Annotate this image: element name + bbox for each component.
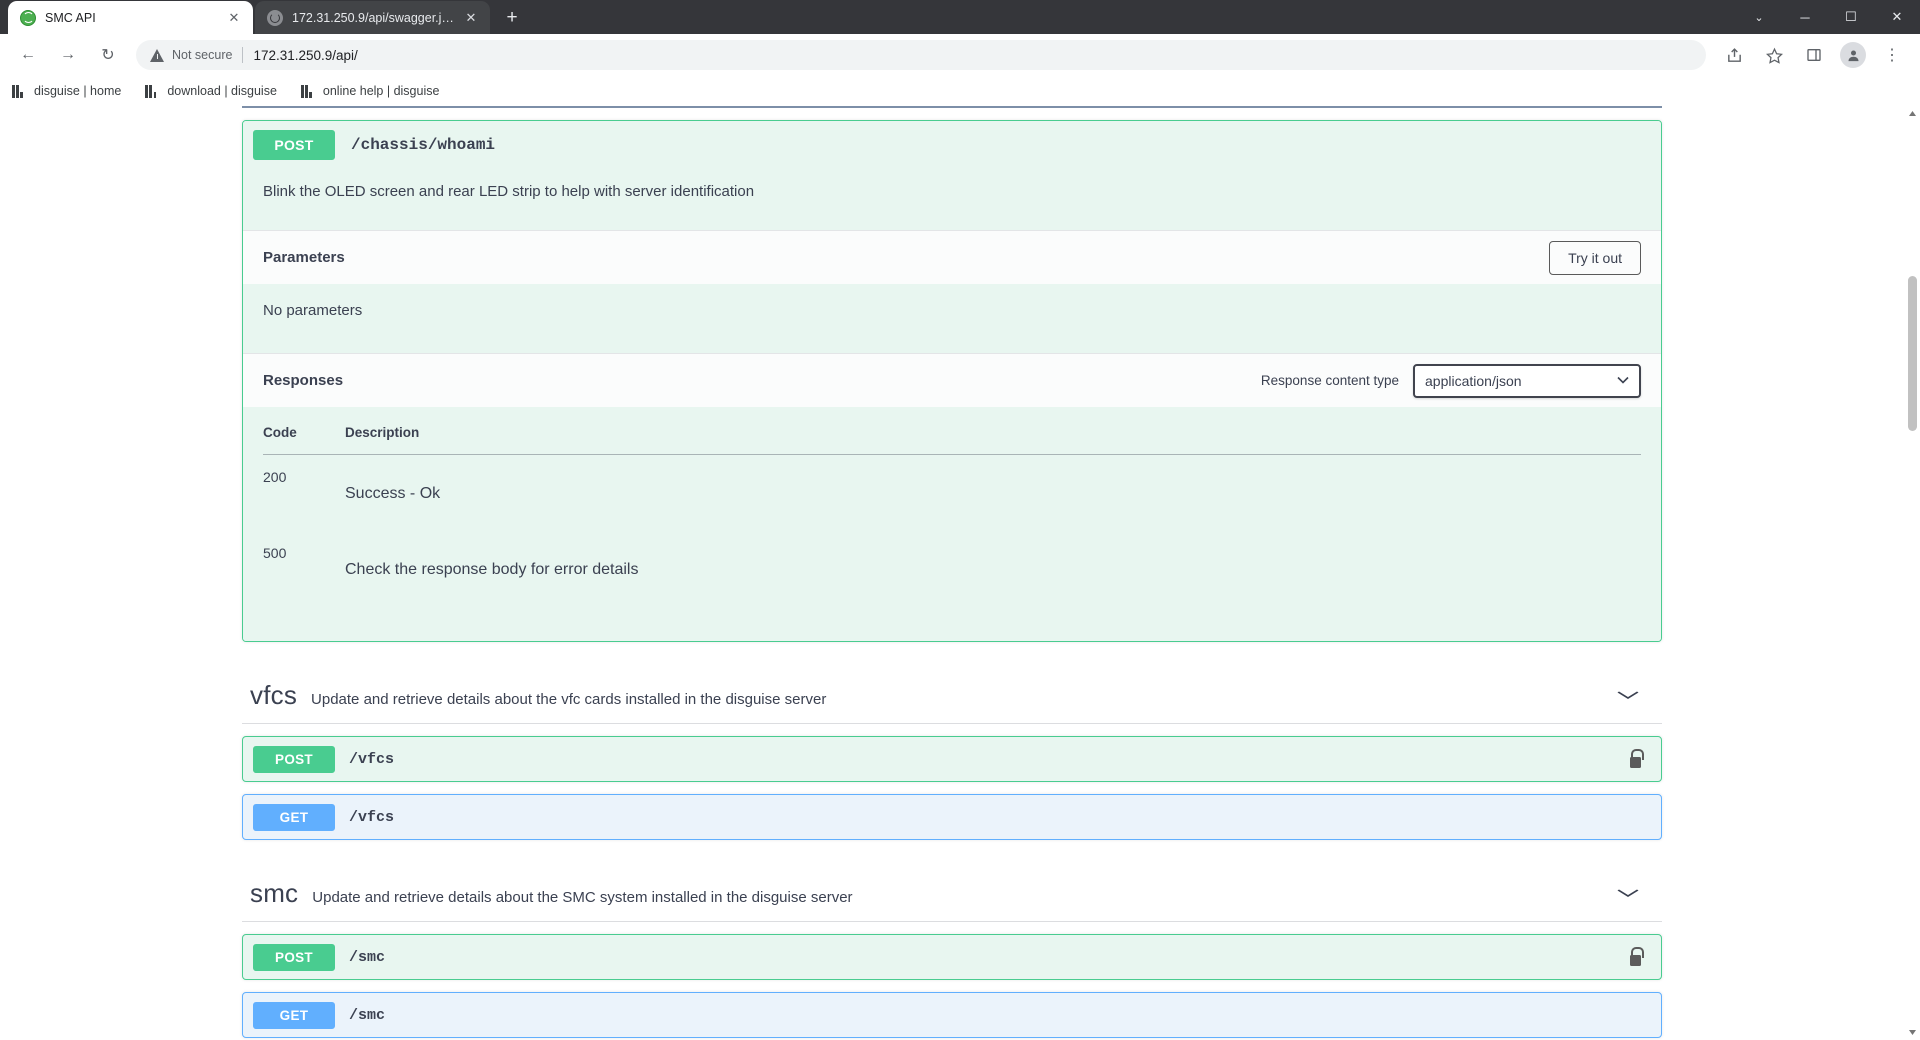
operation-description: Blink the OLED screen and rear LED strip… [243,169,1661,230]
tag-name: smc [250,878,298,909]
bookmark-disguise-home[interactable]: disguise | home [12,84,121,98]
chevron-down-icon[interactable] [1616,885,1640,902]
minimize-icon[interactable]: ─ [1782,0,1828,34]
json-favicon [267,10,283,26]
section-divider [242,106,1662,108]
tag-header-smc[interactable]: smc Update and retrieve details about th… [242,878,1662,922]
tab-close-icon[interactable]: ✕ [225,9,243,27]
bookmarks-bar: disguise | home download | disguise onli… [0,76,1920,106]
http-method-badge: POST [253,130,335,160]
lock-icon[interactable] [1627,749,1643,769]
bookmark-label: download | disguise [167,84,277,98]
swagger-content: POST /chassis/whoami Blink the OLED scre… [242,120,1662,1040]
bookmark-label: disguise | home [34,84,121,98]
operation-row-get-vfcs[interactable]: GET /vfcs [242,794,1662,840]
page-scrollbar[interactable] [1905,106,1920,1040]
operation-path: /smc [349,1007,385,1024]
parameters-header: Parameters Try it out [243,230,1661,284]
operation-path: /chassis/whoami [351,136,495,154]
response-code: 500 [263,531,345,607]
response-code: 200 [263,455,345,532]
response-content-type-value: application/json [1425,373,1522,389]
address-bar[interactable]: Not secure 172.31.250.9/api/ [136,40,1706,70]
bookmark-label: online help | disguise [323,84,440,98]
side-panel-icon[interactable] [1799,40,1829,70]
tab-close-icon[interactable]: ✕ [462,9,480,27]
no-parameters-text: No parameters [263,302,1641,319]
response-description: Success - Ok [345,455,1641,532]
scroll-down-arrow[interactable] [1905,1025,1920,1040]
chevron-down-icon [1617,375,1629,387]
http-method-badge: GET [253,1002,335,1029]
response-content-type-select[interactable]: application/json [1413,364,1641,398]
scrollbar-thumb[interactable] [1908,276,1917,431]
disguise-logo-icon [145,85,159,98]
scroll-up-arrow[interactable] [1905,106,1920,121]
responses-header: Responses Response content type applicat… [243,353,1661,407]
responses-body: Code Description 200 Success - Ok [243,407,1661,641]
disguise-logo-icon [301,85,315,98]
tag-header-vfcs[interactable]: vfcs Update and retrieve details about t… [242,680,1662,724]
tab-strip: SMC API ✕ 172.31.250.9/api/swagger.json … [0,0,1920,34]
url-text: 172.31.250.9/api/ [253,48,357,63]
swagger-ui-page: POST /chassis/whoami Blink the OLED scre… [0,106,1903,1040]
tab-title: 172.31.250.9/api/swagger.json [292,11,456,25]
tab-smc-api[interactable]: SMC API ✕ [8,1,253,34]
bookmark-download-disguise[interactable]: download | disguise [145,84,277,98]
operation-row-get-smc[interactable]: GET /smc [242,992,1662,1038]
parameters-title: Parameters [263,249,345,266]
tag-description: Update and retrieve details about the SM… [312,889,852,906]
http-method-badge: GET [253,804,335,831]
disguise-logo-icon [12,85,26,98]
browser-menu-icon[interactable]: ⋮ [1877,40,1907,70]
operation-path: /smc [349,949,385,966]
chevron-down-icon[interactable] [1616,687,1640,704]
tab-swagger-json[interactable]: 172.31.250.9/api/swagger.json ✕ [255,1,490,34]
back-icon[interactable]: ← [13,40,43,70]
not-secure-warning-icon[interactable] [150,48,165,63]
operation-row-post-vfcs[interactable]: POST /vfcs [242,736,1662,782]
maximize-icon[interactable]: ☐ [1828,0,1874,34]
forward-icon[interactable]: → [53,40,83,70]
omnibox-divider [242,47,243,63]
column-header-description: Description [345,425,1641,455]
security-status-text: Not secure [172,48,232,62]
tag-description: Update and retrieve details about the vf… [311,691,826,708]
http-method-badge: POST [253,944,335,971]
table-row: 200 Success - Ok [263,455,1641,532]
response-description: Check the response body for error detail… [345,531,1641,607]
tab-search-icon[interactable]: ⌄ [1736,0,1782,34]
tag-name: vfcs [250,680,297,711]
operation-header[interactable]: POST /chassis/whoami [243,121,1661,169]
response-content-type-label: Response content type [1261,373,1399,388]
operation-path: /vfcs [349,751,394,768]
reload-icon[interactable]: ↻ [93,40,123,70]
browser-toolbar: ← → ↻ Not secure 172.31.250.9/api/ [0,34,1920,76]
page-viewport: POST /chassis/whoami Blink the OLED scre… [0,106,1920,1040]
parameters-body: No parameters [243,284,1661,353]
tab-title: SMC API [45,11,219,25]
lock-icon[interactable] [1627,947,1643,967]
try-it-out-button[interactable]: Try it out [1549,241,1641,275]
bookmark-online-help-disguise[interactable]: online help | disguise [301,84,440,98]
responses-table: Code Description 200 Success - Ok [263,425,1641,607]
table-header-row: Code Description [263,425,1641,455]
bookmark-star-icon[interactable] [1759,40,1789,70]
share-icon[interactable] [1719,40,1749,70]
operation-path: /vfcs [349,809,394,826]
new-tab-button[interactable]: + [498,3,526,31]
operation-chassis-whoami: POST /chassis/whoami Blink the OLED scre… [242,120,1662,642]
profile-avatar[interactable] [1840,42,1866,68]
responses-title: Responses [263,372,343,389]
operation-row-post-smc[interactable]: POST /smc [242,934,1662,980]
browser-window: SMC API ✕ 172.31.250.9/api/swagger.json … [0,0,1920,1040]
window-controls: ⌄ ─ ☐ ✕ [1736,0,1920,34]
close-window-icon[interactable]: ✕ [1874,0,1920,34]
table-row: 500 Check the response body for error de… [263,531,1641,607]
column-header-code: Code [263,425,345,455]
http-method-badge: POST [253,746,335,773]
smc-api-favicon [20,10,36,26]
